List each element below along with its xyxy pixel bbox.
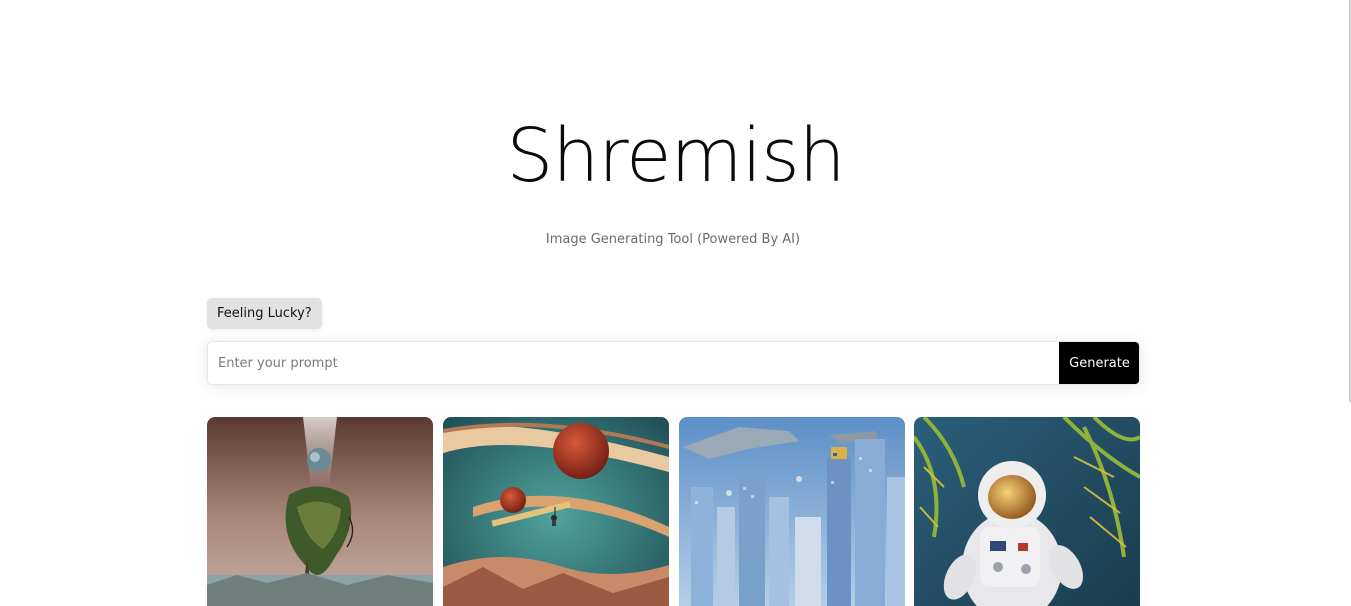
prompt-bar: Generate bbox=[207, 341, 1140, 385]
page-title: Shremish bbox=[506, 113, 845, 199]
gallery-item[interactable] bbox=[914, 417, 1140, 606]
gallery-item[interactable] bbox=[443, 417, 669, 606]
page-subtitle: Image Generating Tool (Powered By AI) bbox=[545, 232, 801, 247]
gallery-item[interactable] bbox=[207, 417, 433, 606]
page: Shremish Image Generating Tool (Powered … bbox=[0, 0, 1351, 606]
gallery-item[interactable] bbox=[679, 417, 905, 606]
floating-island-image bbox=[207, 417, 433, 606]
futuristic-city-image bbox=[679, 417, 905, 606]
surreal-planets-image bbox=[443, 417, 669, 606]
image-gallery bbox=[207, 417, 1141, 606]
generate-button[interactable]: Generate bbox=[1059, 342, 1139, 384]
astronaut-palms-image bbox=[914, 417, 1140, 606]
feeling-lucky-button[interactable]: Feeling Lucky? bbox=[207, 298, 322, 329]
prompt-input[interactable] bbox=[208, 342, 1060, 384]
